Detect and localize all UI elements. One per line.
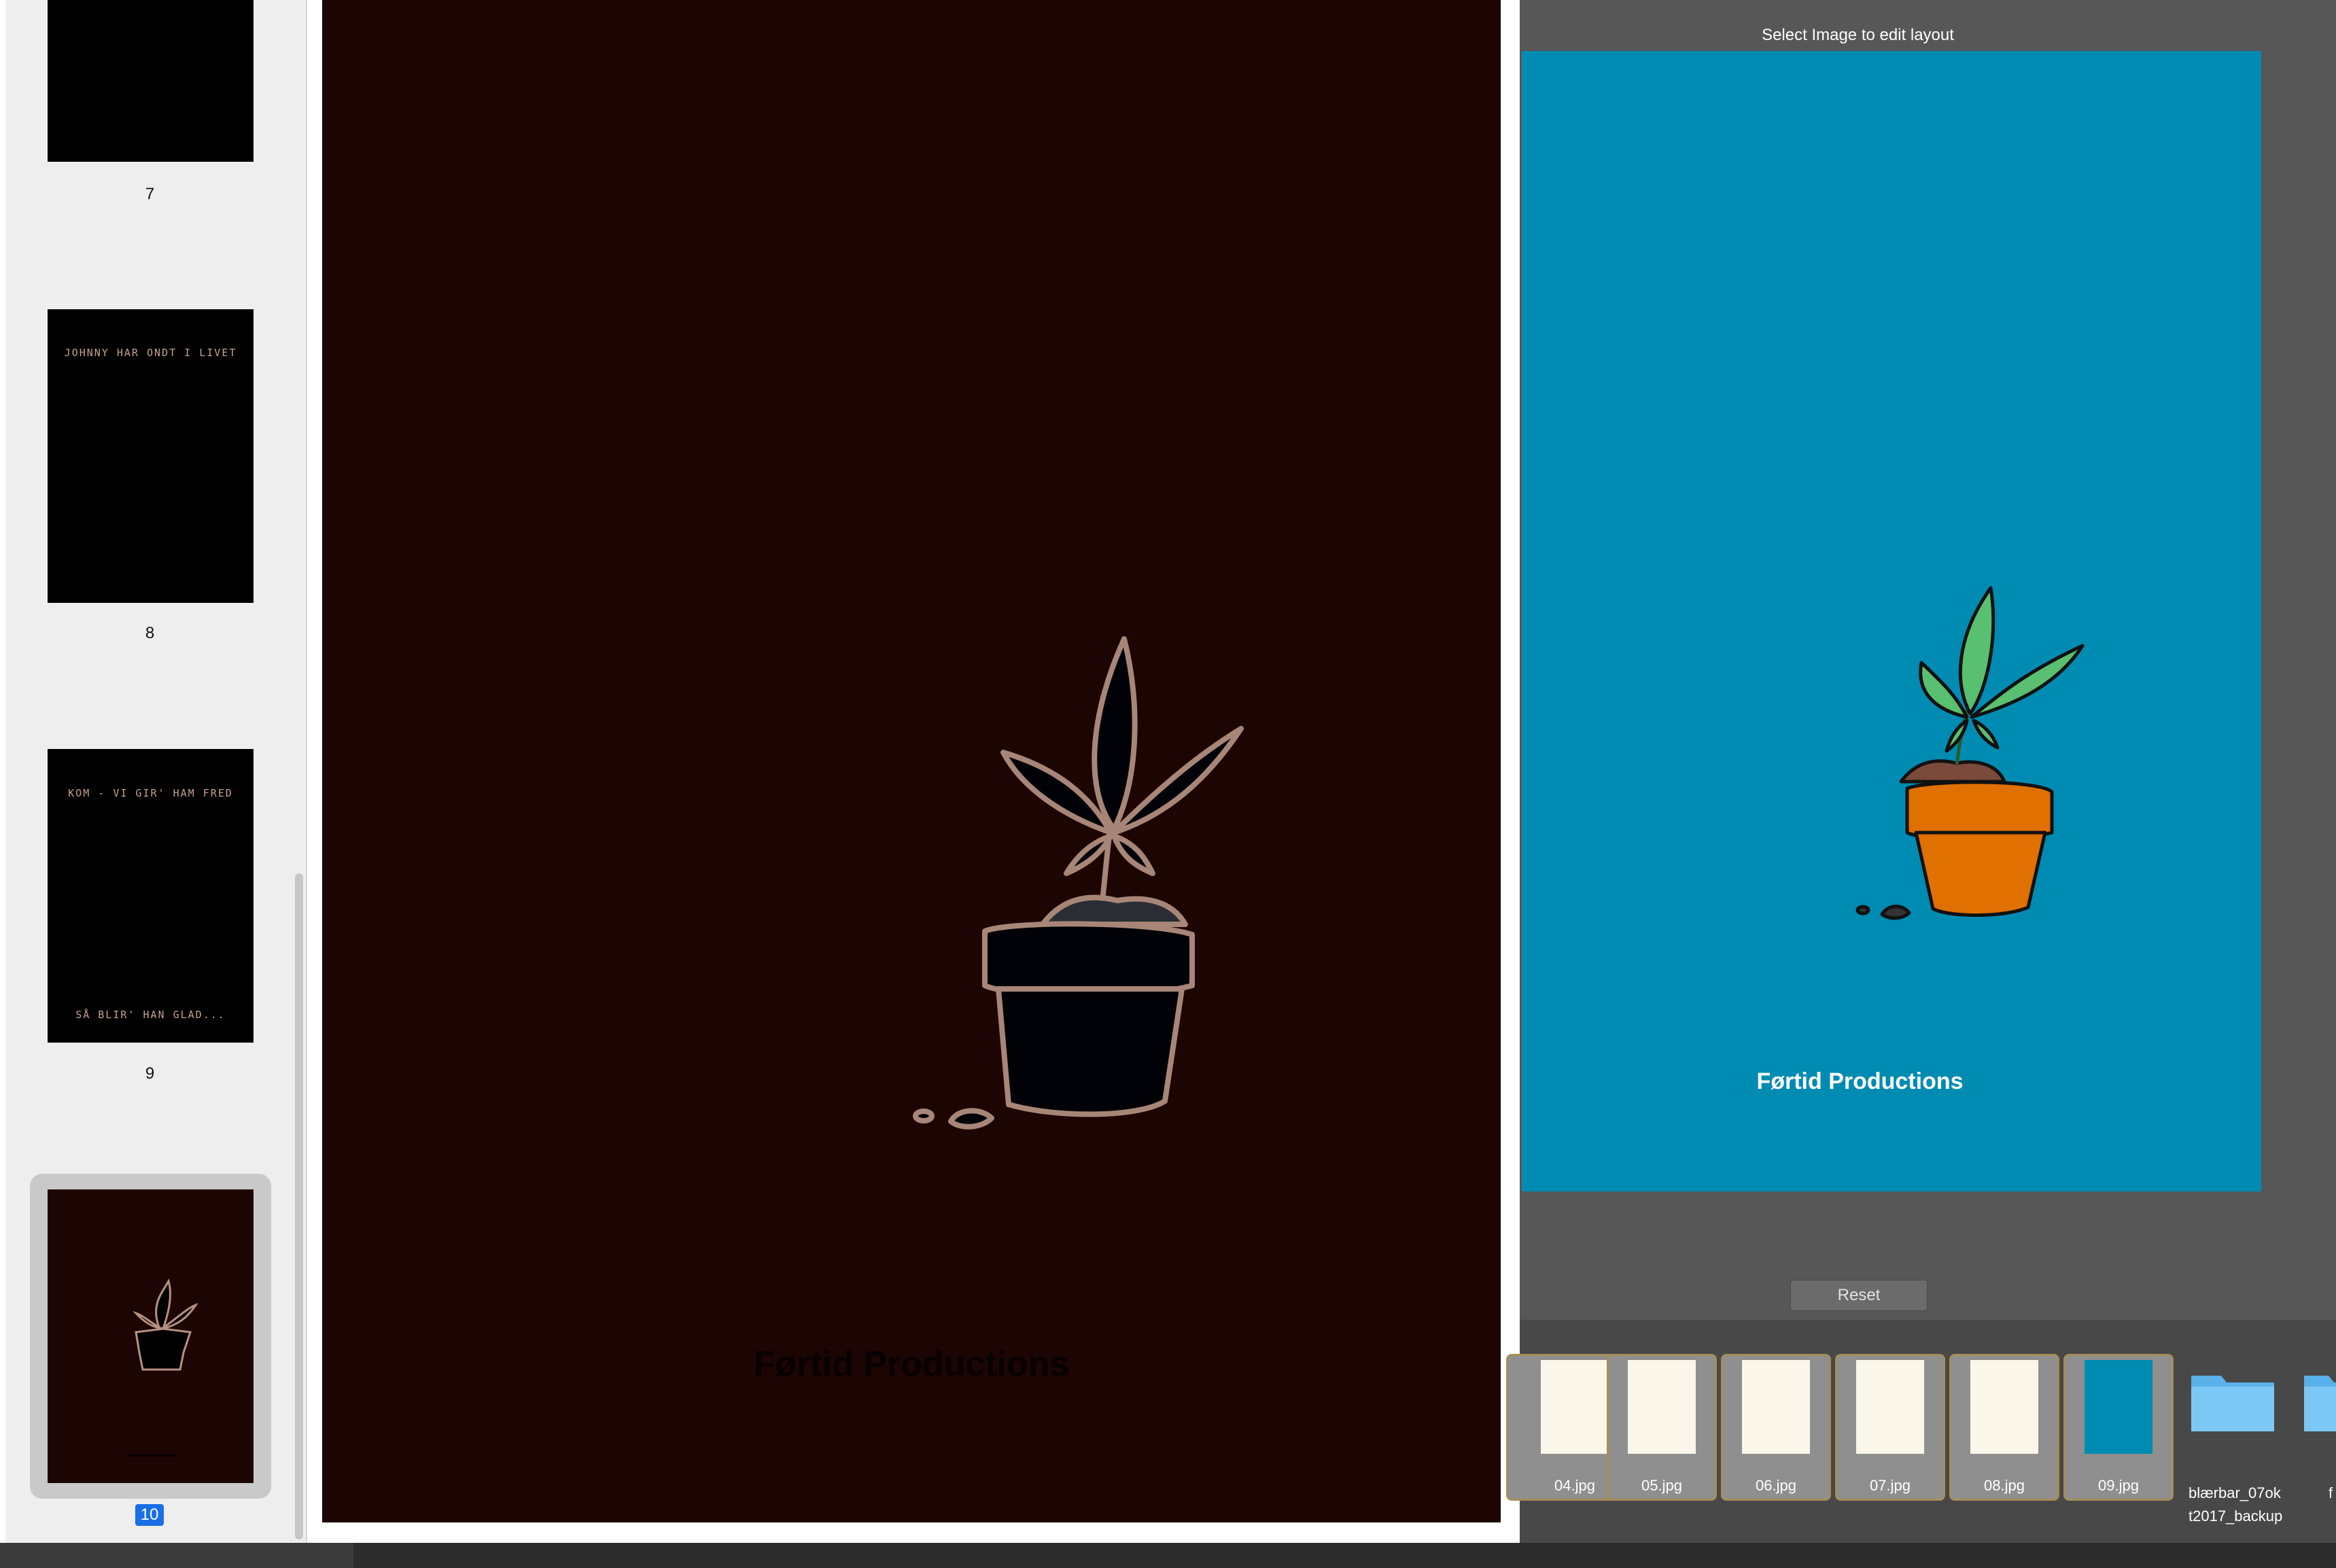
file-thumbnail xyxy=(1742,1360,1810,1454)
folder-name: blærbar_07ok t2017_backup xyxy=(2189,1484,2283,1525)
plant-pot-illustration-icon xyxy=(913,636,1244,1130)
folder-icon[interactable] xyxy=(2301,1366,2336,1434)
file-tile-06[interactable]: 06.jpg xyxy=(1721,1354,1831,1501)
page-thumbnail-9[interactable]: KOM - VI GIR' HAM FRED SÅ BLIR' HAN GLAD… xyxy=(48,749,254,1043)
thumbnail-caption: JOHNNY HAR ONDT I LIVET xyxy=(64,347,237,359)
file-tile-09[interactable]: 09.jpg xyxy=(2063,1354,2174,1501)
layout-editor-title: Select Image to edit layout xyxy=(1762,26,1954,44)
file-thumbnail xyxy=(2085,1360,2152,1454)
file-tile-08[interactable]: 08.jpg xyxy=(1949,1354,2059,1501)
layout-editor-panel: Select Image to edit layout Førtid Produ… xyxy=(1520,0,2336,1319)
page-thumbnail-7[interactable] xyxy=(48,0,254,162)
file-tile-04[interactable]: 04.jpg xyxy=(1506,1354,1616,1501)
file-name: 08.jpg xyxy=(1984,1477,2025,1494)
plant-pot-thumbnail-icon xyxy=(128,1278,198,1457)
reset-button[interactable]: Reset xyxy=(1790,1280,1928,1311)
bottom-scroll-bar[interactable] xyxy=(353,1543,2336,1568)
file-thumbnail xyxy=(1541,1360,1609,1454)
file-tile-07[interactable]: 07.jpg xyxy=(1835,1354,1945,1501)
layout-preview-footer-text: Førtid Productions xyxy=(1756,1068,1964,1094)
thumbnail-caption-top: KOM - VI GIR' HAM FRED xyxy=(68,787,233,799)
file-name: 07.jpg xyxy=(1870,1477,1911,1494)
sidebar-scrollbar[interactable] xyxy=(295,873,303,1539)
thumbnail-sidebar: 7 JOHNNY HAR ONDT I LIVET 8 KOM - VI GIR… xyxy=(5,0,307,1543)
file-name: 09.jpg xyxy=(2098,1477,2139,1494)
preview-window: 7 JOHNNY HAR ONDT I LIVET 8 KOM - VI GIR… xyxy=(0,0,1520,1543)
file-tile-05[interactable]: 05.jpg xyxy=(1607,1354,1717,1501)
file-name: 05.jpg xyxy=(1641,1477,1682,1494)
file-thumbnail xyxy=(1970,1360,2038,1454)
page-number-7: 7 xyxy=(145,185,155,203)
color-plant-pot-icon xyxy=(1855,586,2085,920)
page-number-10: 10 xyxy=(135,1504,164,1526)
layout-preview-image[interactable]: Førtid Productions xyxy=(1522,51,2261,1191)
main-page-view: Førtid Productions xyxy=(322,0,1501,1522)
folder-name: f xyxy=(2329,1484,2333,1501)
folder-icon[interactable] xyxy=(2189,1366,2277,1434)
main-page-footer-text: Førtid Productions xyxy=(753,1344,1070,1384)
page-number-9: 9 xyxy=(145,1064,155,1083)
file-name: 06.jpg xyxy=(1756,1477,1796,1494)
file-browser-strip: 04.jpg 05.jpg 06.jpg 07.jpg 08.jpg 09.jp… xyxy=(1506,1319,2336,1544)
file-thumbnail xyxy=(1856,1360,1924,1454)
file-thumbnail xyxy=(1628,1360,1696,1454)
thumbnail-caption-bottom: SÅ BLIR' HAN GLAD... xyxy=(75,1009,226,1021)
page-number-8: 8 xyxy=(145,624,155,642)
page-thumbnail-10[interactable] xyxy=(48,1189,254,1483)
page-thumbnail-8[interactable]: JOHNNY HAR ONDT I LIVET xyxy=(48,309,254,603)
